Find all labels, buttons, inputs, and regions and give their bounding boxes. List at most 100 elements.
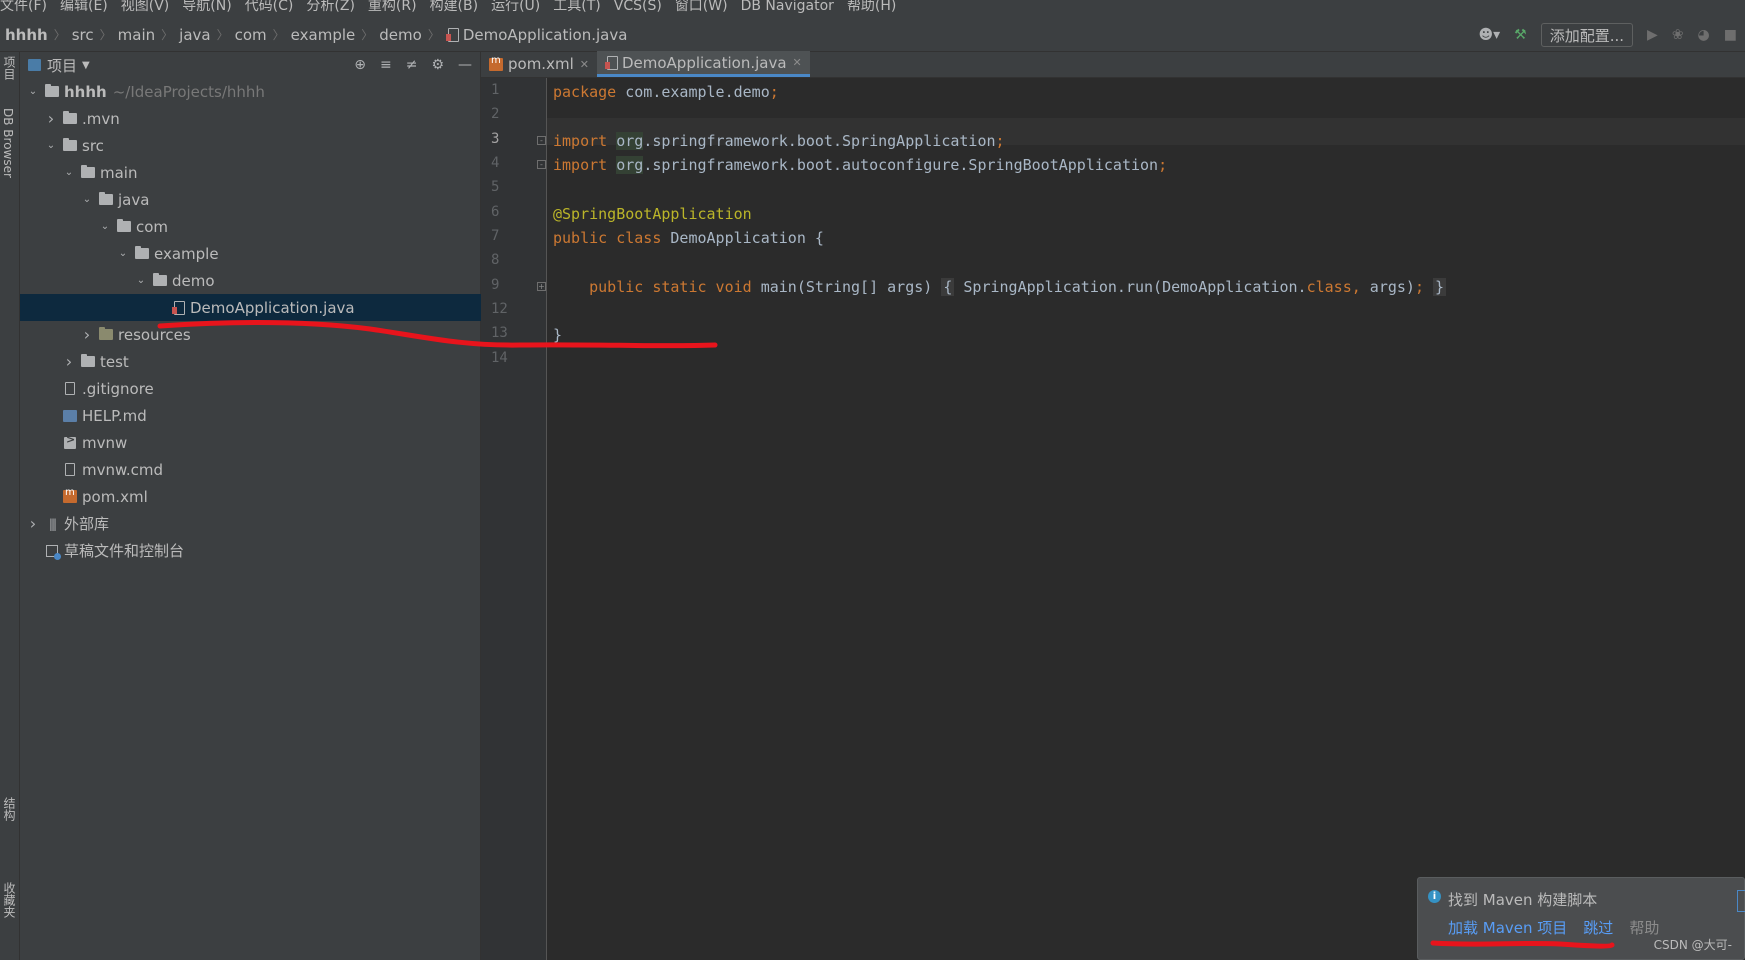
tree-item[interactable]: ⌄ src — [20, 132, 481, 159]
menu-vcs[interactable]: VCS(S) — [614, 0, 669, 13]
add-configuration-button[interactable]: 添加配置... — [1540, 23, 1634, 47]
tree-item[interactable]: ⌄ example — [20, 240, 481, 267]
editor-tab-bar: pom.xml ✕ DemoApplication.java ✕ — [481, 51, 1745, 78]
menu-build[interactable]: 构建(B) — [430, 0, 486, 13]
menu-edit[interactable]: 编辑(E) — [60, 0, 115, 13]
stop-icon[interactable]: ■ — [1724, 27, 1737, 43]
tree-item[interactable]: › resources — [20, 321, 481, 348]
tool-window-structure[interactable]: 结构 — [1, 797, 18, 821]
project-path: ~/IdeaProjects/hhhh — [112, 82, 265, 101]
run-icon[interactable]: ▶ — [1647, 27, 1658, 43]
tree-item[interactable]: ⌄ java — [20, 186, 481, 213]
close-icon[interactable]: ✕ — [793, 56, 802, 69]
tree-item-label: main — [100, 163, 138, 182]
help-link[interactable]: 帮助 — [1629, 917, 1659, 938]
code-area[interactable]: package com.example.demo; import org .spr… — [553, 78, 1739, 960]
menu-navigate[interactable]: 导航(N) — [182, 0, 238, 13]
chevron-down-icon[interactable]: ⌄ — [80, 194, 94, 205]
tree-item[interactable]: .gitignore — [20, 375, 481, 402]
menu-db-navigator[interactable]: DB Navigator — [741, 0, 841, 13]
line-number-gutter: 1 2 3 4 5 6 7 8 9 12 13 14 - - + — [481, 78, 547, 960]
project-panel-title[interactable]: 项目 — [47, 55, 77, 76]
tree-item[interactable]: pom.xml — [20, 483, 481, 510]
hide-icon[interactable]: — — [458, 57, 472, 73]
chevron-right-icon[interactable]: › — [44, 109, 58, 128]
folded-brace[interactable]: { — [941, 277, 955, 296]
breadcrumb-item[interactable]: example — [291, 26, 356, 44]
tree-item[interactable]: ⌄ demo — [20, 267, 481, 294]
menu-code[interactable]: 代码(C) — [245, 0, 301, 13]
keyword: package — [553, 82, 617, 101]
coverage-icon[interactable]: ◕ — [1698, 27, 1710, 43]
fold-marker-icon[interactable]: - — [537, 160, 546, 169]
chevron-right-icon[interactable]: › — [62, 352, 76, 371]
project-tree: ⌄ hhhh ~/IdeaProjects/hhhh › .mvn ⌄ src ⌄ main ⌄ j… — [20, 78, 481, 564]
tree-item[interactable]: › test — [20, 348, 481, 375]
line-number: 9 — [491, 277, 500, 293]
chevron-down-icon[interactable]: ⌄ — [98, 221, 112, 232]
menu-bar: 文件(F) 编辑(E) 视图(V) 导航(N) 代码(C) 分析(Z) 重构(R… — [0, 0, 1745, 18]
build-hammer-icon[interactable]: ⚒ — [1514, 27, 1527, 43]
chevron-down-icon[interactable]: ▼ — [82, 60, 90, 71]
chevron-down-icon[interactable]: ⌄ — [134, 275, 148, 286]
close-icon[interactable]: ✕ — [580, 58, 589, 71]
tree-item[interactable]: › ||| 外部库 — [20, 510, 481, 537]
fold-marker-icon[interactable]: + — [537, 282, 546, 291]
tool-window-favorites[interactable]: 收藏夹 — [1, 882, 18, 918]
folder-icon — [80, 165, 96, 180]
keyword: public static void — [589, 277, 752, 296]
chevron-down-icon[interactable]: ⌄ — [44, 140, 58, 151]
folded-brace[interactable]: } — [1433, 277, 1447, 296]
breadcrumb-item[interactable]: demo — [379, 26, 422, 44]
line-number: 3 — [491, 131, 500, 147]
menu-help[interactable]: 帮助(H) — [847, 0, 903, 13]
tree-item[interactable]: DemoApplication.java — [20, 294, 481, 321]
tool-window-db-browser[interactable]: DB Browser — [1, 108, 15, 178]
project-panel-header: 项目 ▼ ⊕ ≡ ≠ ⚙ — — [20, 52, 480, 78]
breadcrumb-item[interactable]: DemoApplication.java — [463, 26, 628, 44]
breadcrumb-item[interactable]: java — [179, 26, 210, 44]
user-icon[interactable]: ☻▾ — [1479, 27, 1501, 43]
code-text: org — [616, 155, 644, 174]
menu-refactor[interactable]: 重构(R) — [368, 0, 424, 13]
menu-window[interactable]: 窗口(W) — [675, 0, 735, 13]
chevron-right-icon[interactable]: › — [26, 514, 40, 533]
tree-item[interactable]: ⌄ com — [20, 213, 481, 240]
tool-window-project[interactable]: 项目 — [1, 56, 18, 80]
collapse-all-icon[interactable]: ≠ — [406, 57, 418, 73]
tree-item[interactable]: HELP.md — [20, 402, 481, 429]
file-icon — [62, 463, 78, 477]
breadcrumb-item[interactable]: hhhh — [5, 26, 48, 44]
tree-item-label: 外部库 — [64, 515, 110, 533]
menu-analyze[interactable]: 分析(Z) — [306, 0, 362, 13]
menu-run[interactable]: 运行(U) — [491, 0, 547, 13]
skip-link[interactable]: 跳过 — [1583, 917, 1613, 938]
breadcrumb-item[interactable]: src — [72, 26, 94, 44]
tree-item[interactable]: 草稿文件和控制台 — [20, 537, 481, 564]
chevron-down-icon[interactable]: ⌄ — [116, 248, 130, 259]
tab-demo-application[interactable]: DemoApplication.java ✕ — [596, 51, 810, 77]
tree-item[interactable]: mvnw — [20, 429, 481, 456]
chevron-right-icon[interactable]: › — [80, 325, 94, 344]
keyword: import — [553, 131, 608, 150]
breadcrumb-item[interactable]: com — [235, 26, 267, 44]
breadcrumb-separator: 〉 — [216, 28, 229, 42]
load-maven-project-link[interactable]: 加载 Maven 项目 — [1448, 917, 1567, 938]
breadcrumb-item[interactable]: main — [118, 26, 155, 44]
folder-icon — [98, 327, 114, 342]
tree-item[interactable]: › .mvn — [20, 105, 481, 132]
menu-file[interactable]: 文件(F) — [0, 0, 54, 13]
fold-marker-icon[interactable]: - — [537, 136, 546, 145]
tab-pom-xml[interactable]: pom.xml ✕ — [481, 51, 597, 77]
gear-icon[interactable]: ⚙ — [431, 57, 444, 73]
chevron-down-icon[interactable]: ⌄ — [62, 167, 76, 178]
chevron-down-icon[interactable]: ⌄ — [26, 86, 40, 97]
menu-tools[interactable]: 工具(T) — [553, 0, 607, 13]
menu-view[interactable]: 视图(V) — [121, 0, 177, 13]
debug-icon[interactable]: ❀ — [1672, 27, 1684, 43]
locate-icon[interactable]: ⊕ — [354, 57, 366, 73]
tree-item[interactable]: ⌄ hhhh ~/IdeaProjects/hhhh — [20, 78, 481, 105]
tree-item[interactable]: ⌄ main — [20, 159, 481, 186]
expand-all-icon[interactable]: ≡ — [380, 57, 392, 73]
tree-item[interactable]: mvnw.cmd — [20, 456, 481, 483]
